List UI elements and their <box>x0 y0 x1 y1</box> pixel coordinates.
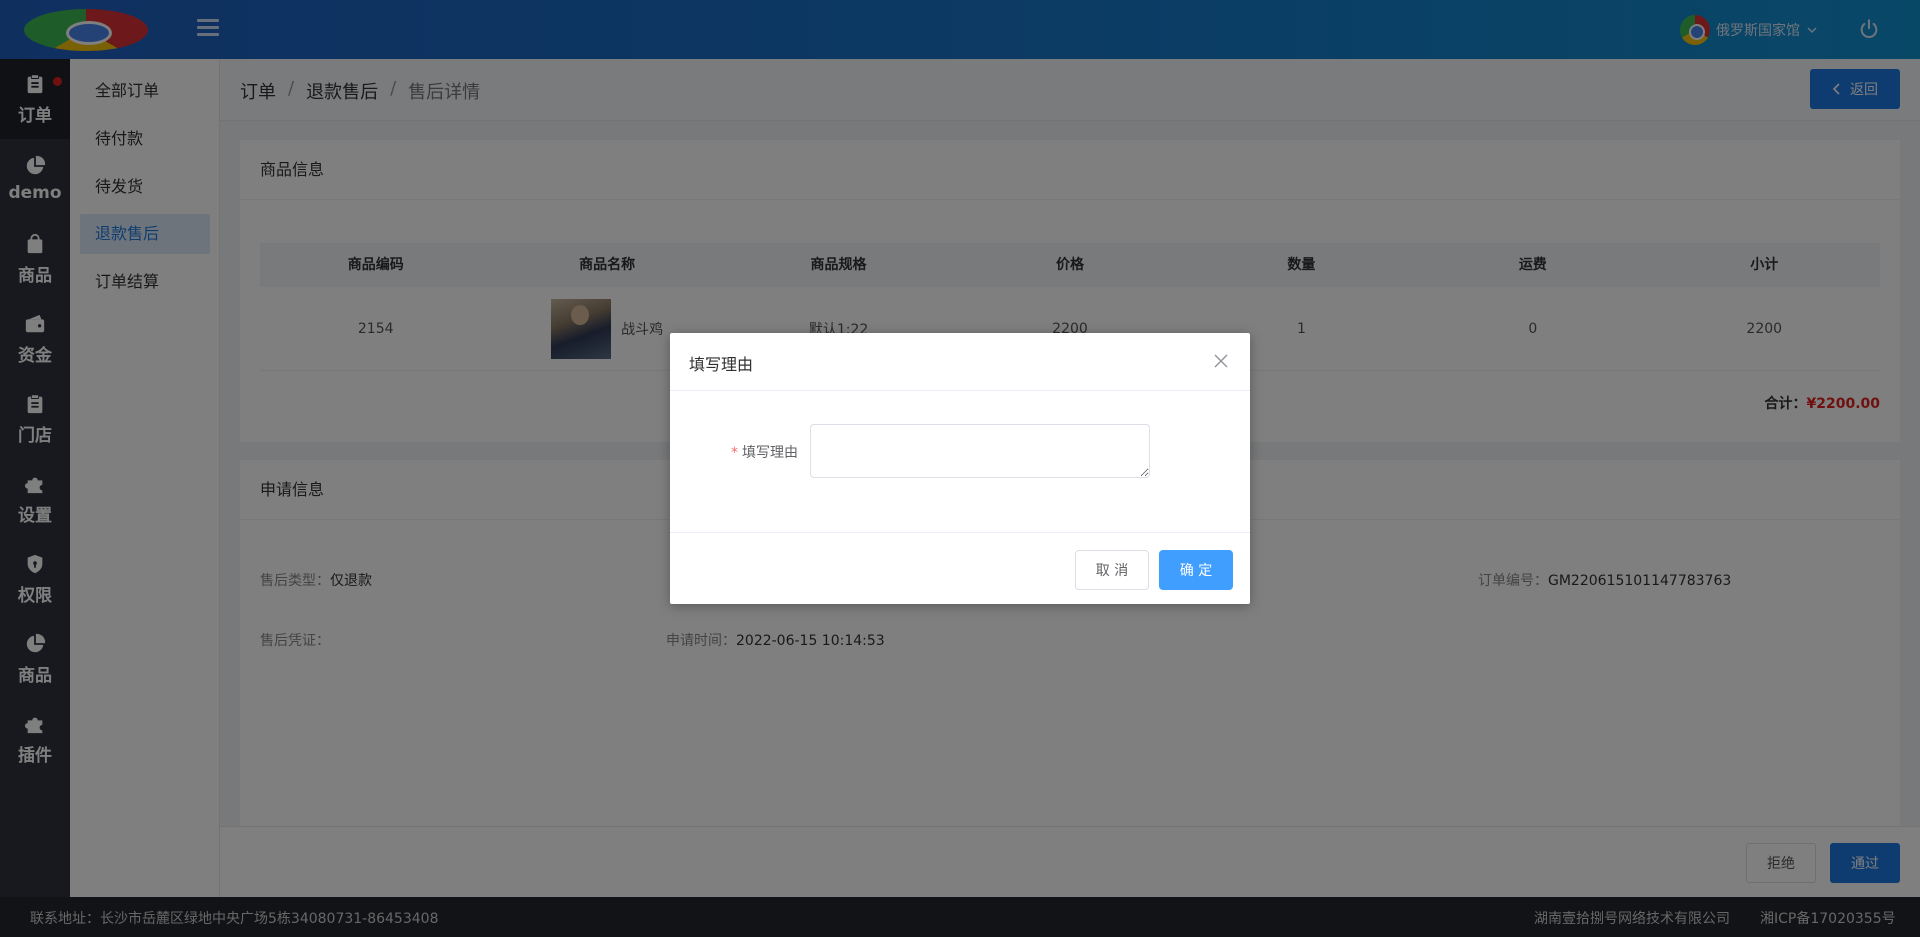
dialog-footer: 取 消 确 定 <box>670 533 1250 603</box>
required-mark: * <box>731 445 738 461</box>
close-icon[interactable] <box>1213 353 1229 369</box>
cancel-button[interactable]: 取 消 <box>1075 550 1149 590</box>
dialog-header: 填写理由 <box>670 333 1250 391</box>
reason-label: * 填写理由 <box>730 442 798 462</box>
reason-label-text: 填写理由 <box>742 445 798 461</box>
dialog-body: * 填写理由 <box>670 391 1250 533</box>
reason-textarea[interactable] <box>810 424 1150 478</box>
dialog-title: 填写理由 <box>689 355 754 374</box>
reason-dialog: 填写理由 * 填写理由 取 消 确 定 <box>670 333 1250 604</box>
confirm-button[interactable]: 确 定 <box>1159 550 1233 590</box>
